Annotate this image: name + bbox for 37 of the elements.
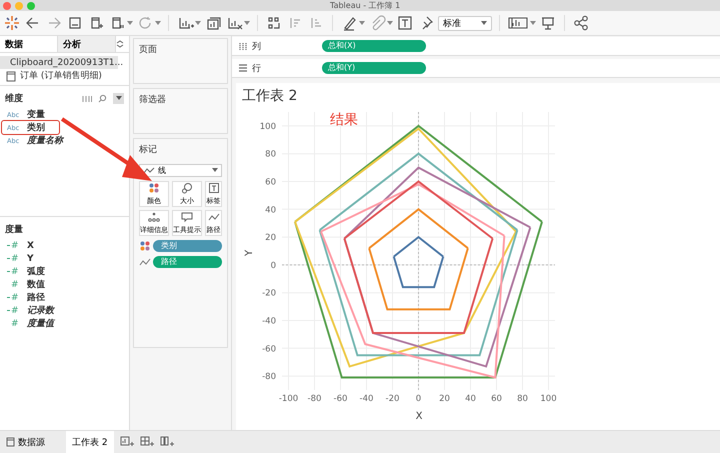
y-tick-label: -20 bbox=[262, 288, 276, 299]
y-tick-label: 100 bbox=[260, 122, 276, 132]
x-tick-label: -40 bbox=[360, 394, 374, 404]
x-tick-label: 60 bbox=[491, 394, 502, 404]
y-tick-label: 20 bbox=[265, 233, 276, 244]
x-tick-label: 100 bbox=[540, 394, 557, 404]
y-tick-label: -40 bbox=[262, 316, 276, 326]
shelf-title: 标记 bbox=[139, 144, 158, 156]
y-axis-title: Y bbox=[244, 250, 255, 256]
sheet-title: 工作表 2 bbox=[241, 87, 298, 106]
shelf-title: 筛选器 bbox=[139, 95, 166, 105]
y-tick-label: 0 bbox=[270, 260, 276, 271]
number-type-icon: # bbox=[7, 318, 21, 328]
x-tick-label: -100 bbox=[278, 394, 298, 404]
x-axis-title: X bbox=[416, 411, 422, 422]
x-tick-label: -80 bbox=[308, 394, 322, 404]
x-tick-label: 80 bbox=[517, 394, 528, 404]
y-tick-label: 80 bbox=[265, 150, 276, 160]
shelf-label: 列 bbox=[252, 40, 262, 52]
number-type-icon: # bbox=[7, 280, 21, 290]
x-tick-label: -60 bbox=[334, 394, 348, 404]
section-title: 维度 bbox=[5, 92, 23, 105]
y-tick-label: 60 bbox=[265, 178, 276, 188]
datasource-name: 订单 (订单销售明细) bbox=[20, 70, 102, 82]
y-tick-label: -60 bbox=[262, 344, 276, 354]
section-title: 度量 bbox=[5, 223, 23, 236]
annotation-text: 结果 bbox=[330, 111, 358, 129]
window-title: Tableau - 工作簿 1 bbox=[330, 0, 400, 10]
x-tick-label: 40 bbox=[465, 394, 476, 404]
shelf-title: 页面 bbox=[139, 45, 157, 55]
x-tick-label: -20 bbox=[386, 394, 400, 404]
x-tick-label: 0 bbox=[416, 394, 422, 404]
datasource-name: Clipboard_20200913T1... bbox=[10, 58, 124, 68]
y-tick-label: -80 bbox=[262, 372, 276, 382]
y-tick-label: 40 bbox=[265, 205, 276, 216]
shelf-label: 行 bbox=[252, 62, 262, 74]
x-tick-label: 20 bbox=[439, 394, 450, 404]
